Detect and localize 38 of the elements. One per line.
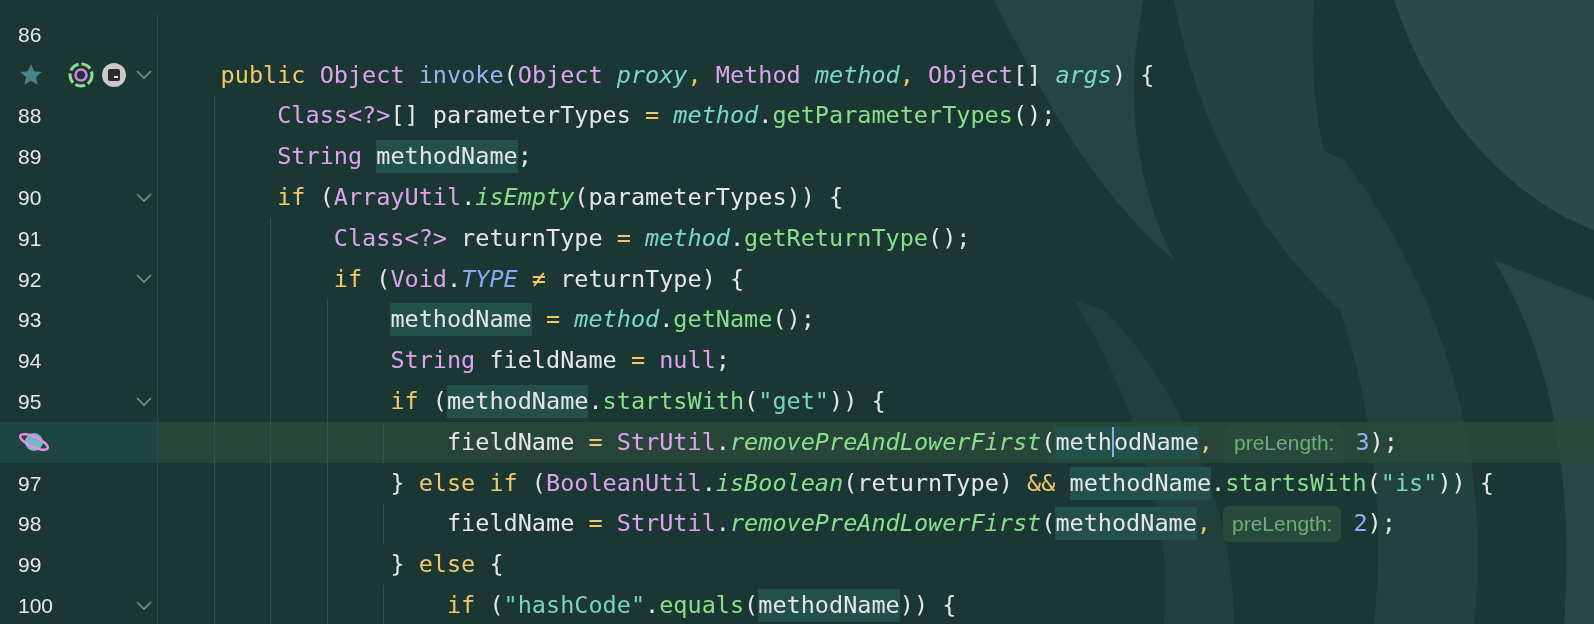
code-text: if (ArrayUtil.isEmpty(parameterTypes)) { xyxy=(277,181,844,213)
line-number: 94 xyxy=(18,350,42,372)
chevron-down-icon[interactable] xyxy=(136,192,153,203)
chevron-down-icon[interactable] xyxy=(136,600,153,611)
code-text: if (methodName.startsWith("get")) { xyxy=(390,385,886,419)
line-number: 93 xyxy=(18,309,42,331)
line-number: 90 xyxy=(18,187,42,209)
code-text: fieldName = StrUtil.removePreAndLowerFirst(methodName, xyxy=(446,507,1211,541)
code-text: methodName = method.getName(); xyxy=(390,303,815,337)
line-number: 95 xyxy=(18,391,42,413)
code-text: fieldName = StrUtil.removePreAndLowerFirst(meth xyxy=(446,425,1112,459)
parameter-hint: preLength: xyxy=(1225,424,1344,461)
code-text: 2); xyxy=(1353,508,1396,540)
code-text: public Object invoke(Object proxy, Method method, Object[] args) { xyxy=(220,59,1155,91)
line-number: 92 xyxy=(18,268,42,290)
chevron-down-icon[interactable] xyxy=(136,70,153,81)
line-number: 86 xyxy=(18,23,42,45)
parameter-hint: preLength: xyxy=(1223,506,1342,542)
line-number: 98 xyxy=(18,513,42,535)
line-number: 88 xyxy=(18,105,42,127)
code-text: } else { xyxy=(390,549,504,581)
line-number: 100 xyxy=(18,595,54,617)
line-number: 91 xyxy=(18,227,42,249)
chevron-down-icon[interactable] xyxy=(136,396,153,407)
chevron-down-icon[interactable] xyxy=(136,274,153,285)
line-number: 99 xyxy=(18,554,42,576)
code-text: if ("hashCode".equals(methodName)) { xyxy=(446,589,957,623)
code-text: Class<?>[] parameterTypes = method.getParameterTypes(); xyxy=(277,100,1056,132)
code-text: 3); xyxy=(1355,426,1398,458)
line-number: 97 xyxy=(18,472,42,494)
code-text: if (Void.TYPE ≠ returnType) { xyxy=(333,263,745,295)
code-text: Class<?> returnType = method.getReturnType(); xyxy=(333,222,971,254)
terminal-icon[interactable] xyxy=(101,62,128,89)
code-text: } else if (BooleanUtil.isBoolean(returnType) && methodName.startsWith("is")) { xyxy=(390,466,1494,500)
code-text: String fieldName = null; xyxy=(390,345,730,377)
line-number: 89 xyxy=(18,146,42,168)
text-cursor xyxy=(1111,427,1114,458)
ring-icon[interactable] xyxy=(66,61,95,90)
